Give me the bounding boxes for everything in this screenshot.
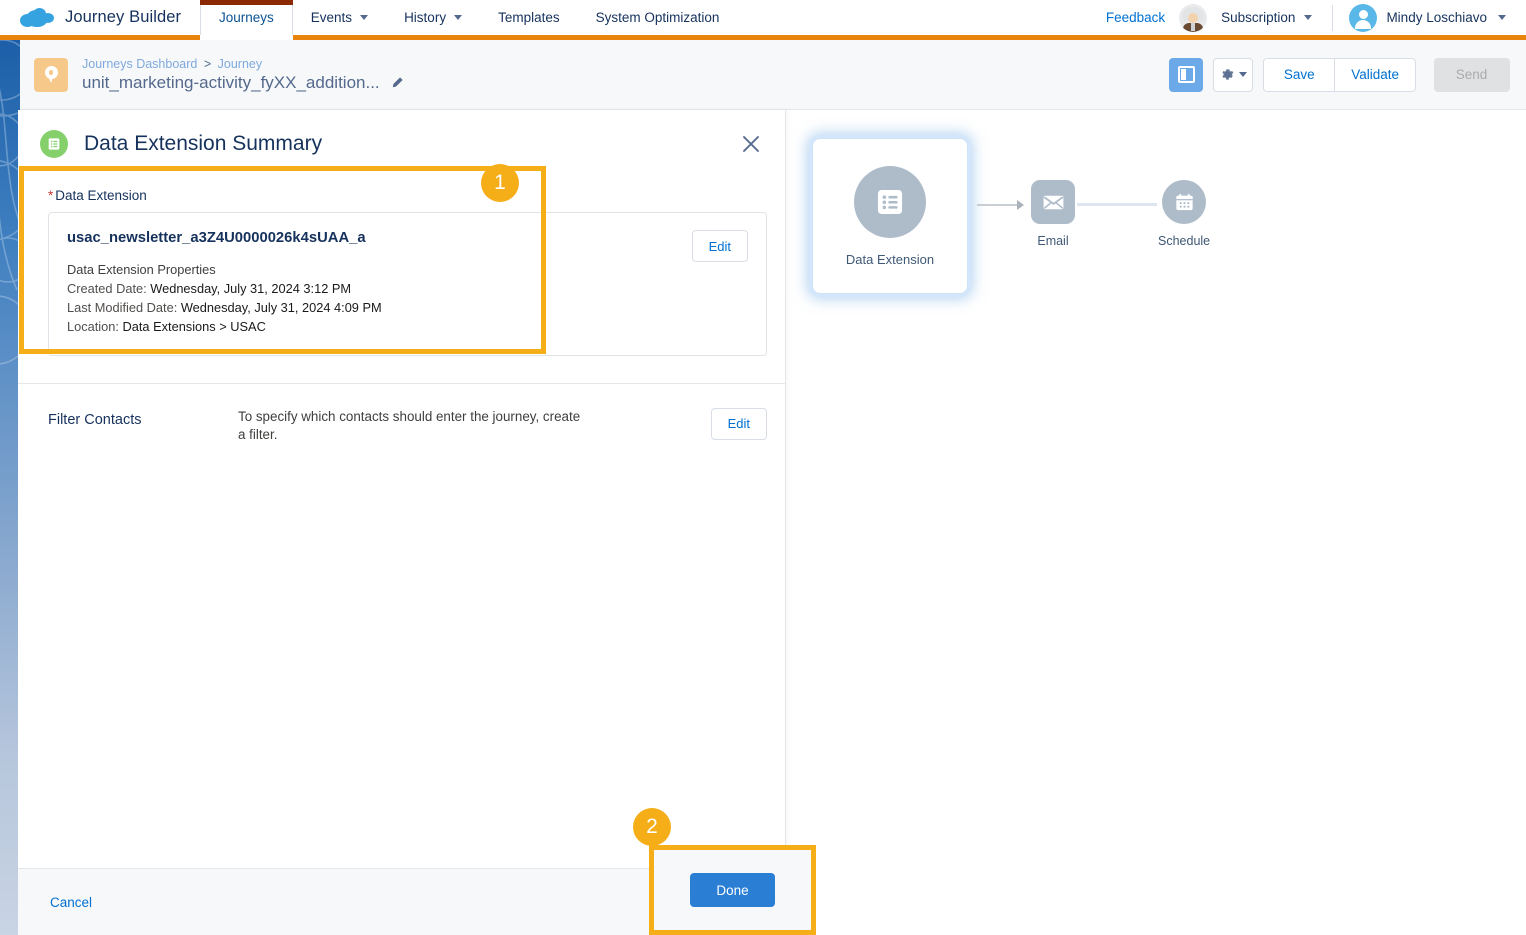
data-extension-summary-panel: Data Extension Summary *Data Extension u… [18,110,786,935]
connector-de-to-email [977,204,1019,206]
journey-subheader: Journeys Dashboard > Journey unit_market… [20,40,1526,110]
done-button-highlighted[interactable]: Done [690,873,774,907]
chevron-down-icon [1498,15,1506,20]
field-label-text: Data Extension [55,188,147,203]
tab-templates-label: Templates [498,10,560,25]
property-last-modified-date: Last Modified Date: Wednesday, July 31, … [67,299,382,318]
toggle-panel-button[interactable] [1169,58,1203,92]
data-extension-card: usac_newsletter_a3Z4U0000026k4sUAA_a Dat… [48,212,767,356]
breadcrumb: Journeys Dashboard > Journey unit_market… [82,57,404,93]
node-data-extension-label: Data Extension [846,252,934,267]
panel-header: Data Extension Summary [18,110,785,176]
filter-contacts-description: To specify which contacts should enter t… [238,408,590,445]
tab-history-label: History [404,10,446,25]
tab-templates[interactable]: Templates [480,0,578,35]
settings-menu-button[interactable] [1213,58,1253,92]
main-tabs: Journeys Events History Templates System… [200,0,737,35]
app-title: Journey Builder [65,8,181,27]
chevron-down-icon [1304,15,1312,20]
tab-journeys[interactable]: Journeys [200,0,293,35]
property-key: Last Modified Date: [67,300,177,315]
send-button[interactable]: Send [1434,58,1510,92]
user-menu[interactable]: Mindy Loschiavo [1339,4,1512,32]
data-extension-name: usac_newsletter_a3Z4U0000026k4sUAA_a [67,230,382,246]
required-asterisk: * [48,188,53,203]
list-icon [854,166,926,238]
node-data-extension[interactable]: Data Extension [812,138,968,294]
chevron-down-icon [360,15,368,20]
nav-right-group: Feedback Subscription Mindy Loschiavo [1092,0,1526,35]
avatar [1349,4,1377,32]
annotation-2-content: Done [654,850,811,930]
data-extension-badge-icon [40,130,68,158]
validate-button[interactable]: Validate [1335,58,1416,92]
save-button[interactable]: Save [1263,58,1335,92]
properties-heading: Data Extension Properties [67,262,382,277]
feedback-link[interactable]: Feedback [1092,10,1179,25]
property-key: Created Date: [67,281,147,296]
panel-layout-icon [1178,66,1195,83]
close-icon[interactable] [739,132,763,156]
calendar-icon [1162,180,1206,224]
gear-icon [1220,67,1235,82]
chevron-down-icon [454,15,462,20]
node-email-label: Email [1037,234,1068,248]
journey-pin-icon [34,58,68,92]
salesforce-cloud-icon [18,6,54,30]
panel-body: *Data Extension usac_newsletter_a3Z4U000… [18,176,785,868]
filter-contacts-label: Filter Contacts [48,408,238,428]
annotation-badge-1: 1 [481,164,519,202]
data-extension-field-label: *Data Extension [18,176,785,212]
tab-events-label: Events [311,10,352,25]
app-root: Journey Builder Journeys Events History … [0,0,1526,935]
brand-area: Journey Builder [0,0,200,35]
cancel-button[interactable]: Cancel [50,895,92,910]
tab-system-optimization[interactable]: System Optimization [578,0,738,35]
user-name-label: Mindy Loschiavo [1386,10,1487,25]
edit-pencil-icon[interactable] [390,76,404,90]
breadcrumb-separator: > [204,57,211,71]
connector-email-to-schedule [1077,203,1157,206]
save-validate-group: Save Validate [1263,58,1416,92]
property-value: Wednesday, July 31, 2024 3:12 PM [150,281,351,296]
subscription-label: Subscription [1221,10,1295,25]
top-navigation-bar: Journey Builder Journeys Events History … [0,0,1526,40]
property-key: Location: [67,319,119,334]
decorative-left-strip [0,40,20,935]
node-schedule[interactable]: Schedule [1158,180,1210,248]
page-title: unit_marketing-activity_fyXX_addition... [82,73,380,93]
breadcrumb-journey[interactable]: Journey [218,57,262,71]
property-created-date: Created Date: Wednesday, July 31, 2024 3… [67,280,382,299]
property-value: Data Extensions > USAC [123,319,266,334]
chevron-down-icon [1239,72,1247,77]
subscription-menu[interactable]: Subscription [1207,10,1326,25]
panel-title: Data Extension Summary [84,132,322,156]
property-location: Location: Data Extensions > USAC [67,318,382,337]
node-schedule-label: Schedule [1158,234,1210,248]
header-actions: Save Validate Send [1169,58,1510,92]
tab-system-optimization-label: System Optimization [596,10,720,25]
filter-contacts-section: Filter Contacts To specify which contact… [18,384,785,445]
breadcrumb-journeys-dashboard[interactable]: Journeys Dashboard [82,57,197,71]
einstein-avatar-icon[interactable] [1179,4,1207,32]
edit-filter-button[interactable]: Edit [711,408,767,440]
envelope-icon [1031,180,1075,224]
connector-arrow-icon [1017,200,1024,210]
annotation-badge-2: 2 [633,808,671,846]
tab-events[interactable]: Events [293,0,386,35]
edit-data-extension-button[interactable]: Edit [692,230,748,262]
tab-journeys-label: Journeys [219,10,274,25]
node-email[interactable]: Email [1031,180,1075,248]
nav-divider [1332,5,1333,31]
property-value: Wednesday, July 31, 2024 4:09 PM [181,300,382,315]
tab-history[interactable]: History [386,0,480,35]
data-extension-details: usac_newsletter_a3Z4U0000026k4sUAA_a Dat… [67,230,382,337]
